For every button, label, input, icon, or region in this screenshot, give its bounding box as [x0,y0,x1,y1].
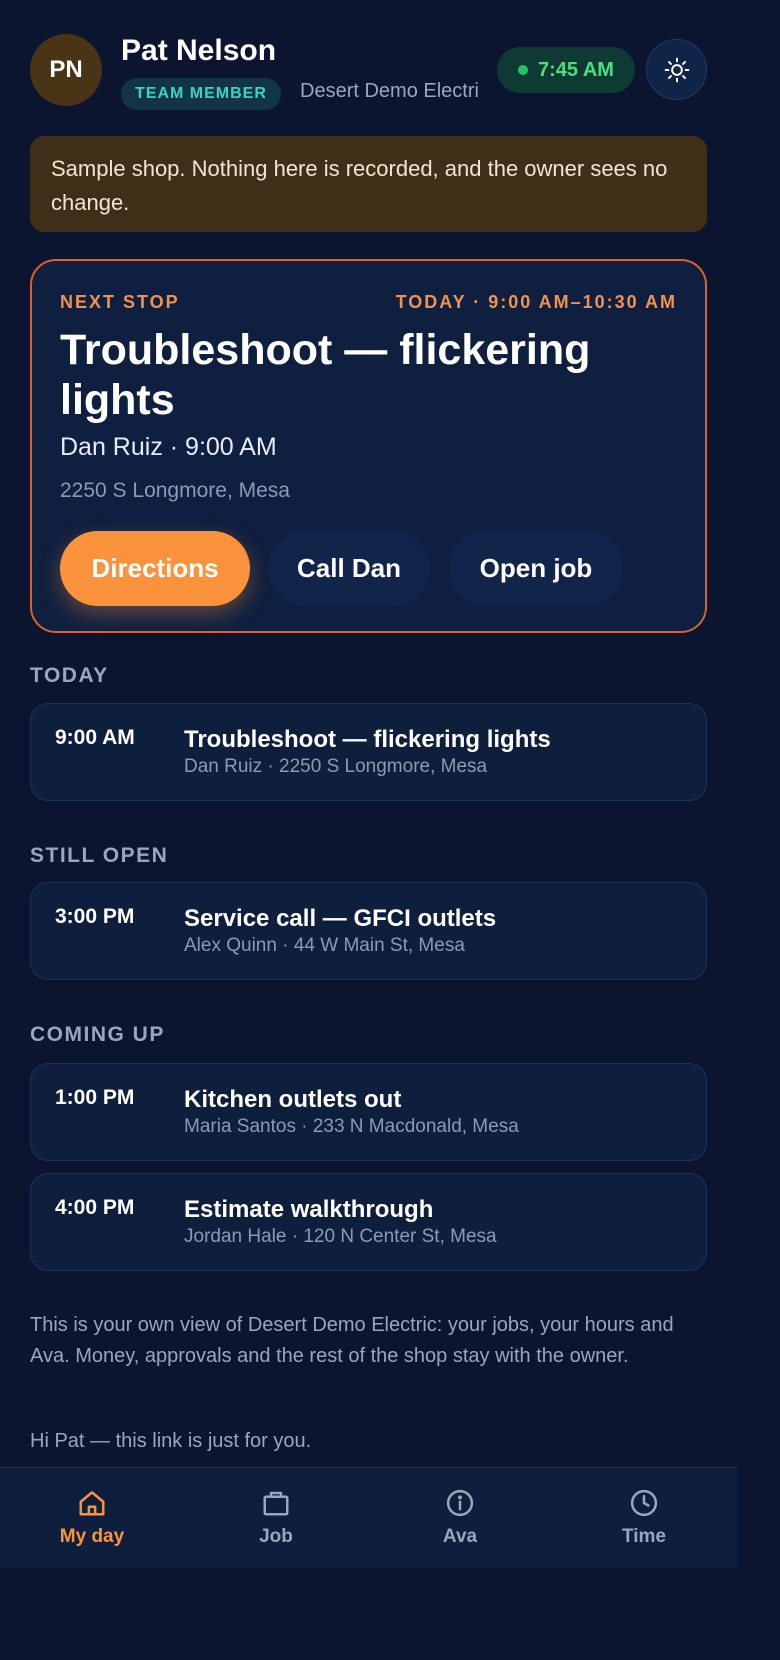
job-title: Troubleshoot — flickering lights [184,726,551,753]
job-details: Dan Ruiz · 2250 S Longmore, Mesa [184,756,488,777]
next-stop-card: NEXT STOP TODAY · 9:00 AM–10:30 AM Troub… [30,259,707,633]
nav-item-ava[interactable]: Ava [368,1468,552,1569]
job-title: Estimate walkthrough [184,1196,434,1223]
scope-note: This is your own view of Desert Demo Ele… [30,1314,674,1367]
nav-item-my-day[interactable]: My day [0,1468,184,1569]
user-name: Pat Nelson [121,34,277,67]
greeting-note: Hi Pat — this link is just for you. [30,1430,312,1452]
job-title: Service call — GFCI outlets [184,905,497,932]
directions-button[interactable]: Directions [60,531,250,606]
role-badge: TEAM MEMBER [121,78,281,110]
nav-label: Time [621,1526,666,1547]
job-time: 3:00 PM [55,905,135,928]
next-stop-label: NEXT STOP [60,292,180,312]
theme-toggle-button[interactable] [646,39,707,100]
nav-item-time[interactable]: Time [552,1468,736,1569]
nav-label: Job [259,1526,293,1547]
next-stop-time-window: TODAY · 9:00 AM–10:30 AM [395,292,677,312]
job-card[interactable]: 4:00 PM Estimate walkthrough Jordan Hale… [30,1173,707,1271]
nav-label: Ava [442,1526,478,1547]
avatar[interactable]: PN [30,34,102,106]
job-details: Jordan Hale · 120 N Center St, Mesa [184,1226,497,1247]
job-card[interactable]: 9:00 AM Troubleshoot — flickering lights… [30,703,707,801]
job-time: 4:00 PM [55,1196,135,1219]
job-details: Maria Santos · 233 N Macdonald, Mesa [184,1116,519,1137]
job-details: Alex Quinn · 44 W Main St, Mesa [184,935,465,956]
clock-icon [629,1488,659,1518]
next-stop-customer: Dan Ruiz · 9:00 AM [60,433,277,461]
briefcase-icon [261,1488,291,1518]
section-title-still-open: STILL OPEN [30,844,169,867]
job-time: 1:00 PM [55,1086,135,1109]
sample-shop-banner: Sample shop. Nothing here is recorded, a… [30,136,707,232]
info-icon [445,1488,475,1518]
next-stop-address: 2250 S Longmore, Mesa [60,479,290,502]
nav-item-job[interactable]: Job [184,1468,368,1569]
section-title-today: TODAY [30,664,109,687]
job-card[interactable]: 1:00 PM Kitchen outlets out Maria Santos… [30,1063,707,1161]
clock-in-status[interactable]: 7:45 AM [497,47,635,93]
bottom-nav: My day Job Ava Time [0,1467,737,1568]
clock-time: 7:45 AM [538,58,614,81]
header: PN Pat Nelson TEAM MEMBER Desert Demo El… [30,34,707,110]
open-job-button[interactable]: Open job [449,531,623,606]
job-title: Kitchen outlets out [184,1086,402,1113]
company-name: Desert Demo Electric [300,80,478,102]
section-title-coming-up: COMING UP [30,1023,165,1046]
nav-label: My day [59,1526,125,1547]
home-icon [77,1488,107,1518]
job-card[interactable]: 3:00 PM Service call — GFCI outlets Alex… [30,882,707,980]
next-stop-title: Troubleshoot — flickering lights [60,326,591,424]
status-dot-icon [518,65,529,75]
sun-icon [664,57,689,82]
job-time: 9:00 AM [55,726,135,749]
call-customer-button[interactable]: Call Dan [268,531,430,606]
